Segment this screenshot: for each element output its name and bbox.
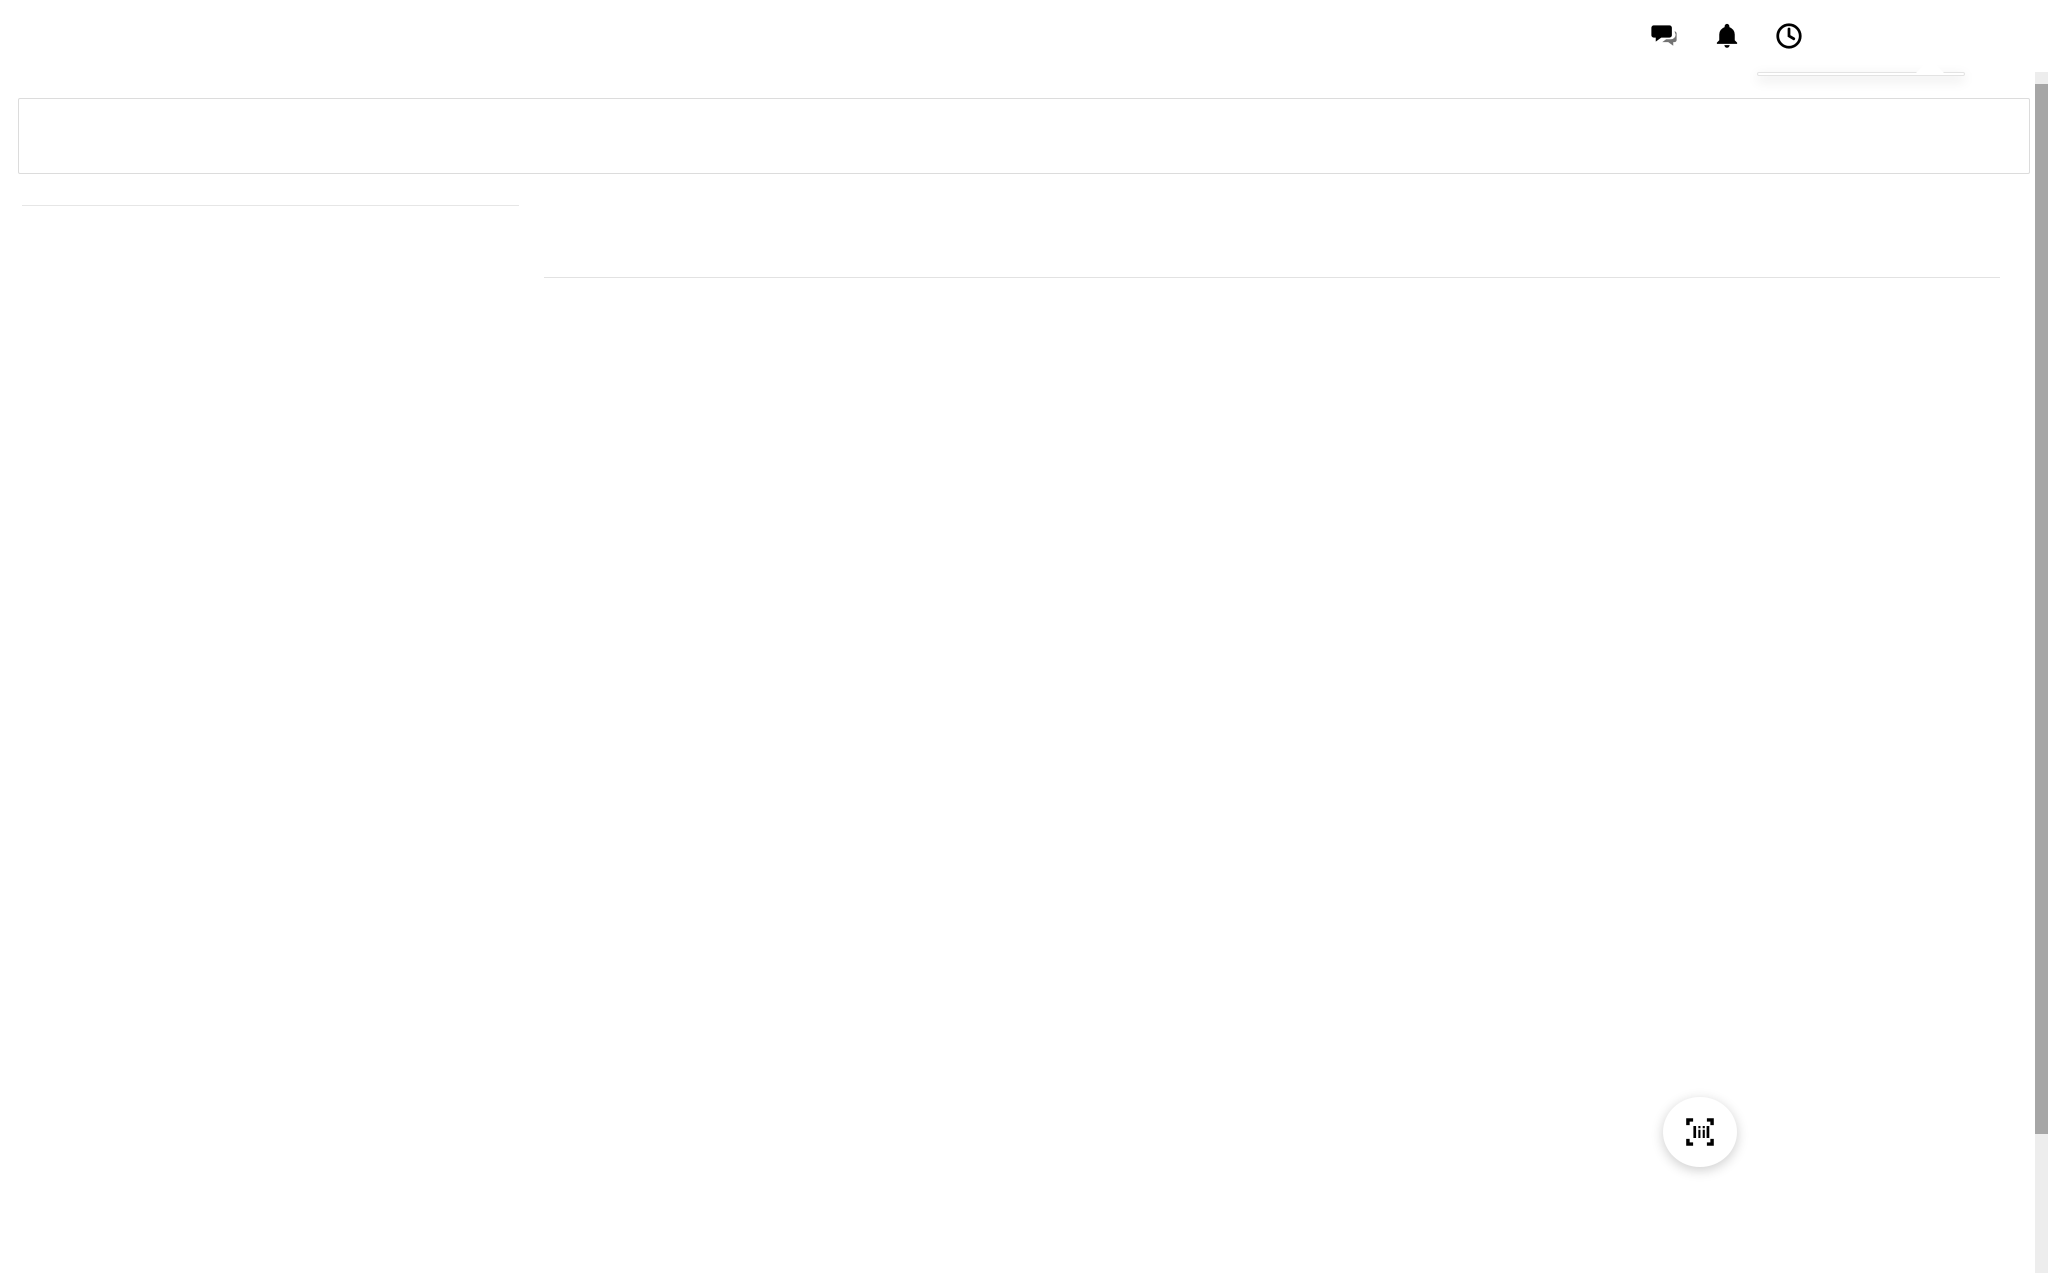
scrollbar-thumb[interactable] xyxy=(2035,84,2048,1134)
app-root xyxy=(0,0,2048,1273)
navbar-right xyxy=(1650,0,2048,72)
clock-icon[interactable] xyxy=(1774,21,1804,51)
page-header xyxy=(18,98,2030,174)
divider xyxy=(544,277,2000,278)
scan-fab-button[interactable] xyxy=(1663,1097,1737,1167)
caret-down-icon xyxy=(1920,32,1934,40)
notifications-bell-icon[interactable] xyxy=(1712,21,1742,51)
add-location-button[interactable] xyxy=(1988,234,2000,236)
content-header xyxy=(544,212,2000,258)
dropdown-pointer xyxy=(1916,59,1944,73)
settings-sidebar xyxy=(22,205,519,206)
help-button[interactable] xyxy=(1974,19,2008,53)
chat-icon[interactable] xyxy=(1650,21,1680,51)
barcode-scan-icon xyxy=(1682,1114,1718,1150)
top-navbar xyxy=(0,0,2048,72)
avatar xyxy=(1846,13,1892,59)
